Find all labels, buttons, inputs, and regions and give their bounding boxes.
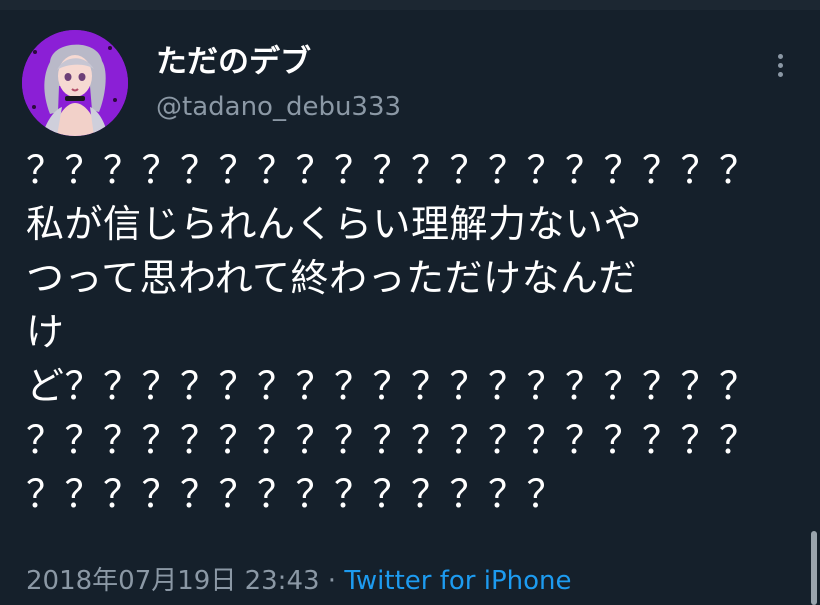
tweet-text-line: ？？？？？？？？？？？？？？	[26, 472, 566, 516]
avatar[interactable]	[22, 30, 128, 136]
tweet-text-line: け	[26, 310, 65, 354]
tweet-text-line: ど？？？？？？？？？？？？？？？？？？	[26, 364, 758, 408]
timestamp[interactable]: 2018年07月19日 23:43	[26, 566, 320, 596]
avatar-image	[22, 30, 128, 136]
tweet-meta: 2018年07月19日 23:43 · Twitter for iPhone	[26, 561, 572, 601]
tweet-text-line: ？？？？？？？？？？？？？？？？？？？	[26, 148, 758, 192]
source-link[interactable]: Twitter for iPhone	[344, 566, 571, 596]
more-options-button[interactable]	[760, 42, 800, 86]
tweet-text-line: 私が信じられんくらい理解力ないや	[26, 202, 643, 246]
username-handle[interactable]: @tadano_debu333	[156, 87, 401, 127]
separator: ·	[319, 566, 345, 596]
top-divider	[0, 0, 820, 10]
display-name[interactable]: ただのデブ	[156, 40, 311, 84]
tweet-text: ？？？？？？？？？？？？？？？？？？？ 私が信じられんくらい理解力ないや つって…	[26, 143, 761, 521]
scrollbar[interactable]	[809, 495, 820, 605]
more-vertical-icon	[776, 54, 784, 78]
tweet-text-line: つって思われて終わっただけなんだ	[26, 256, 638, 300]
scrollbar-thumb[interactable]	[811, 531, 817, 605]
tweet-text-line: ？？？？？？？？？？？？？？？？？？？	[26, 418, 758, 462]
